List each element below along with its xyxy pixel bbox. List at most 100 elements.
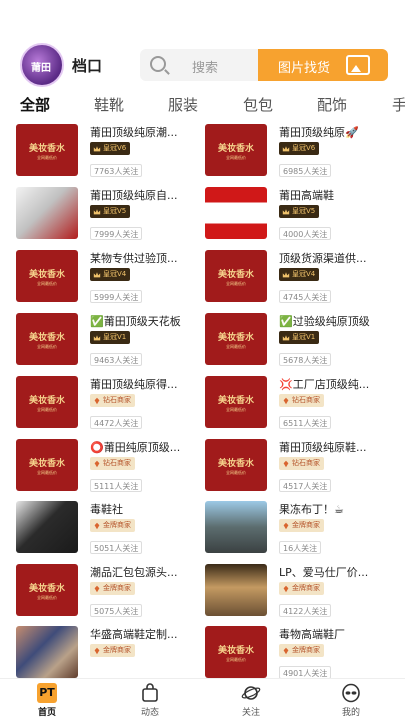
tab-3[interactable]: 包包 xyxy=(243,94,273,115)
shop-name[interactable]: ⭕莆田纯原顶级... xyxy=(90,439,206,455)
shop-thumbnail[interactable]: 美妆香水 全网最低价 xyxy=(205,376,267,428)
shop-card[interactable]: 华盛高端鞋定制... 金牌商家 xyxy=(16,626,206,684)
shop-thumbnail[interactable]: 美妆香水 全网最低价 xyxy=(205,250,267,302)
nav-item-2[interactable]: 关注 xyxy=(221,683,281,718)
shop-name[interactable]: ✅莆田顶级天花板 xyxy=(90,313,206,329)
shop-name[interactable]: 莆田顶级纯原潮... xyxy=(90,124,206,140)
shop-thumbnail[interactable]: 美妆香水 全网最低价 xyxy=(205,626,267,678)
follower-count: 5111人关注 xyxy=(90,479,143,492)
shop-card[interactable]: 毒鞋社 金牌商家 5051人关注 xyxy=(16,501,206,559)
shop-card[interactable]: 莆田高端鞋皇冠V5 4000人关注 xyxy=(205,187,395,245)
shop-thumbnail[interactable] xyxy=(205,187,267,239)
crown-icon xyxy=(282,145,290,151)
bag-icon xyxy=(142,683,158,702)
shop-thumbnail[interactable] xyxy=(16,501,78,553)
thumb-title: 美妆香水 xyxy=(217,144,254,154)
badge-label: 金牌商家 xyxy=(103,646,131,654)
shop-card[interactable]: 美妆香水 全网最低价 莆田顶级纯原得... 钻石商家 4472人关注 xyxy=(16,376,206,434)
shop-card[interactable]: 美妆香水 全网最低价 ⭕莆田纯原顶级... 钻石商家 5111人关注 xyxy=(16,439,206,497)
nav-item-3[interactable]: 我的 xyxy=(321,683,381,718)
shop-name[interactable]: 莆田高端鞋 xyxy=(279,187,395,203)
shop-name[interactable]: 莆田顶级纯原自... xyxy=(90,187,206,203)
diamond-icon xyxy=(283,460,289,467)
thumb-title: 美妆香水 xyxy=(217,459,254,469)
shop-card[interactable]: 莆田顶级纯原自... 皇冠V5 7999人关注 xyxy=(16,187,206,245)
nav-label: 关注 xyxy=(241,708,260,718)
shop-card[interactable]: 美妆香水 全网最低价 ✅莆田顶级天花板 皇冠V1 9463人关注 xyxy=(16,313,206,371)
shop-name[interactable]: 莆田顶级纯原鞋... xyxy=(279,439,395,455)
shop-thumbnail[interactable]: 美妆香水 全网最低价 xyxy=(16,564,78,616)
shop-name[interactable]: ✅过验级纯原顶级 xyxy=(279,313,395,329)
crown-icon xyxy=(282,271,290,277)
shop-thumbnail[interactable]: 美妆香水 全网最低价 xyxy=(16,376,78,428)
planet-icon xyxy=(241,686,261,700)
image-search-label: 图片找货 xyxy=(278,61,331,76)
tab-4[interactable]: 配饰 xyxy=(317,94,347,115)
shop-name[interactable]: 💢工厂店顶级纯... xyxy=(279,376,395,392)
image-search-button[interactable]: 图片找货 xyxy=(258,49,388,81)
tab-1[interactable]: 鞋靴 xyxy=(94,94,124,115)
shop-name[interactable]: 毒物高端鞋厂 xyxy=(279,626,395,642)
shop-card[interactable]: 果冻布丁！☕ 金牌商家 16人关注 xyxy=(205,501,395,559)
shop-card[interactable]: 美妆香水 全网最低价 莆田顶级纯原🚀 皇冠V6 6985人关注 xyxy=(205,124,395,182)
shop-thumbnail[interactable] xyxy=(205,501,267,553)
shop-card[interactable]: 美妆香水 全网最低价 ✅过验级纯原顶级 皇冠V1 5678人关注 xyxy=(205,313,395,371)
thumb-title: 美妆香水 xyxy=(28,333,65,343)
shop-card[interactable]: 美妆香水 全网最低价 💢工厂店顶级纯... 钻石商家 6511人关注 xyxy=(205,376,395,434)
shop-name[interactable]: 毒鞋社 xyxy=(90,501,206,517)
shop-name[interactable]: 潮品汇包包源头... xyxy=(90,564,206,580)
shop-name[interactable]: LP、爱马仕厂价... xyxy=(279,564,395,580)
shop-thumbnail[interactable] xyxy=(16,626,78,678)
shop-thumbnail[interactable] xyxy=(16,187,78,239)
badge-label: 皇冠V6 xyxy=(292,144,316,152)
follower-count: 4745人关注 xyxy=(279,290,332,303)
search-icon xyxy=(150,56,166,72)
shop-name[interactable]: 顶级货源渠道供... xyxy=(279,250,395,266)
badge-label: 钻石商家 xyxy=(292,459,320,467)
shop-thumbnail[interactable]: 美妆香水 全网最低价 xyxy=(205,124,267,176)
tab-2[interactable]: 服装 xyxy=(168,94,198,115)
shop-thumbnail[interactable]: 美妆香水 全网最低价 xyxy=(16,313,78,365)
follower-count: 6985人关注 xyxy=(279,164,332,177)
shop-thumbnail[interactable]: 美妆香水 全网最低价 xyxy=(205,439,267,491)
badge-label: 金牌商家 xyxy=(292,521,320,529)
tab-0[interactable]: 全部 xyxy=(20,94,50,115)
badge-label: 钻石商家 xyxy=(103,396,131,404)
shop-thumbnail[interactable]: 美妆香水 全网最低价 xyxy=(16,250,78,302)
shop-card[interactable]: 美妆香水 全网最低价 顶级货源渠道供... 皇冠V4 4745人关注 xyxy=(205,250,395,308)
shop-name[interactable]: 莆田顶级纯原得... xyxy=(90,376,206,392)
shop-name[interactable]: 莆田顶级纯原🚀 xyxy=(279,124,395,140)
thumb-title: 美妆香水 xyxy=(28,459,65,469)
shop-thumbnail[interactable]: 美妆香水 全网最低价 xyxy=(16,124,78,176)
shop-level-badge: 钻石商家 xyxy=(90,457,135,470)
app-logo[interactable]: 莆田 xyxy=(20,43,64,87)
thumb-title: 美妆香水 xyxy=(28,584,65,594)
thumb-title: 美妆香水 xyxy=(217,270,254,280)
nav-item-0[interactable]: PT 首页 xyxy=(17,683,77,718)
shop-card[interactable]: 美妆香水 全网最低价 莆田顶级纯原潮... 皇冠V6 7763人关注 xyxy=(16,124,206,182)
logo-text: 莆田 xyxy=(31,63,51,74)
badge-label: 金牌商家 xyxy=(292,646,320,654)
shop-thumbnail[interactable] xyxy=(205,564,267,616)
follower-count: 4000人关注 xyxy=(279,227,332,240)
shop-thumbnail[interactable]: 美妆香水 全网最低价 xyxy=(16,439,78,491)
shop-name[interactable]: 华盛高端鞋定制... xyxy=(90,626,206,642)
diamond-icon xyxy=(94,460,100,467)
shop-thumbnail[interactable]: 美妆香水 全网最低价 xyxy=(205,313,267,365)
badge-label: 钻石商家 xyxy=(103,459,131,467)
nav-item-1[interactable]: 动态 xyxy=(120,683,180,718)
tab-5[interactable]: 手 xyxy=(392,94,405,115)
shop-card[interactable]: 美妆香水 全网最低价 莆田顶级纯原鞋... 钻石商家 4517人关注 xyxy=(205,439,395,497)
shop-level-badge: 皇冠V5 xyxy=(279,205,320,218)
shop-level-badge: 金牌商家 xyxy=(90,644,135,657)
shop-card[interactable]: 美妆香水 全网最低价 毒物高端鞋厂 金牌商家 4901人关注 xyxy=(205,626,395,684)
shop-card[interactable]: 美妆香水 全网最低价 潮品汇包包源头... 金牌商家 5075人关注 xyxy=(16,564,206,622)
shop-name[interactable]: 某物专供过验顶... xyxy=(90,250,206,266)
search-input[interactable]: 搜索 xyxy=(140,49,258,81)
follower-count: 5051人关注 xyxy=(90,541,143,554)
shop-card[interactable]: LP、爱马仕厂价... 金牌商家 4122人关注 xyxy=(205,564,395,622)
shop-name[interactable]: 果冻布丁！☕ xyxy=(279,501,395,517)
shop-card[interactable]: 美妆香水 全网最低价 某物专供过验顶... 皇冠V4 5999人关注 xyxy=(16,250,206,308)
thumb-title: 美妆香水 xyxy=(217,646,254,656)
follower-count: 7999人关注 xyxy=(90,227,143,240)
